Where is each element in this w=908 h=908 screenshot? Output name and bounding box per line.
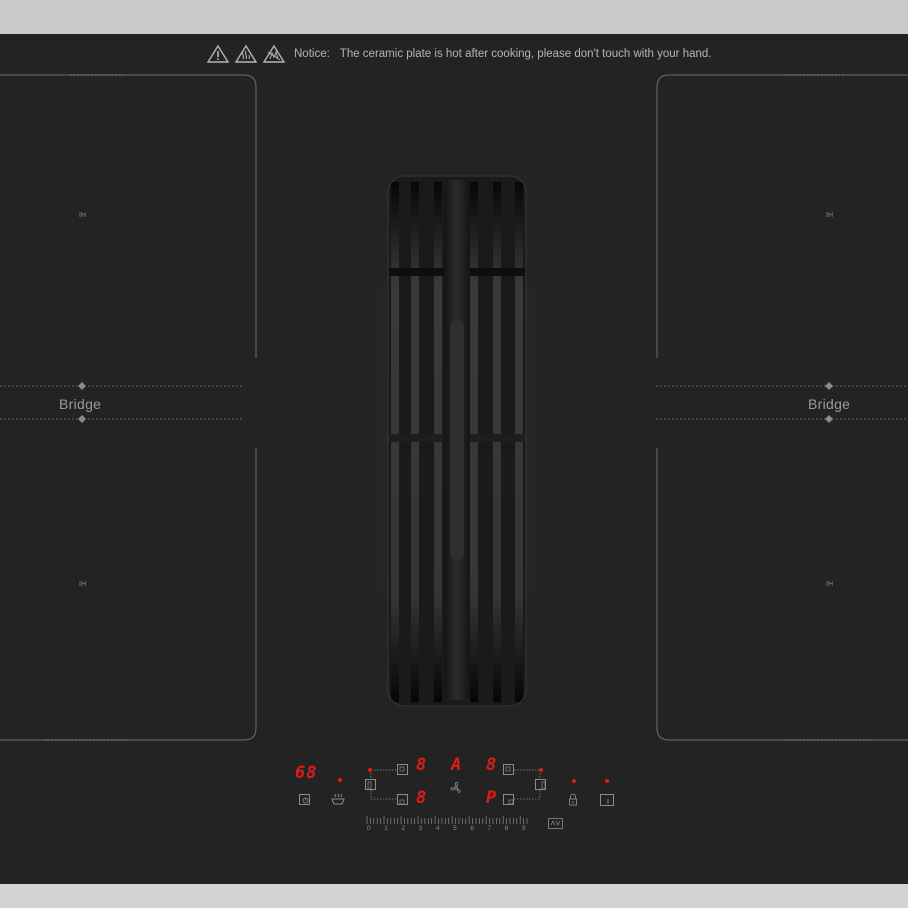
safety-notice: Notice: The ceramic plate is hot after c… [206, 42, 711, 66]
right-cooking-zone[interactable]: IH Bridge IH [650, 70, 908, 745]
slider-numbers: 0 1 2 3 4 5 6 7 8 9 [366, 825, 528, 834]
timer-display: 68 [295, 763, 318, 783]
power-slider[interactable]: 0 1 2 3 4 5 6 7 8 9 [366, 816, 528, 834]
ih-mark-left-front: IH [79, 581, 86, 588]
left-zone-outline [0, 74, 257, 741]
right-zone-outline [656, 74, 908, 741]
keep-warm-icon[interactable] [330, 792, 346, 806]
lock-indicator-dot [572, 779, 576, 783]
left-rear-power-display: 8 [416, 755, 428, 775]
slider-number[interactable]: 1 [384, 825, 388, 832]
timer-indicator-dot [338, 778, 342, 782]
left-bridge-zone-key[interactable] [365, 779, 376, 790]
warning-triangle-icon [206, 44, 230, 63]
hot-surface-icon [234, 44, 258, 63]
right-front-power-display: P [486, 788, 498, 808]
no-touch-icon [262, 44, 286, 63]
ih-mark-left-rear: IH [79, 212, 86, 219]
right-zone-active-dot [539, 768, 543, 772]
right-front-zone-key[interactable] [503, 794, 514, 805]
left-cooking-zone[interactable]: IH Bridge IH [0, 70, 260, 745]
power-indicator-dot [605, 779, 609, 783]
bridge-label-right[interactable]: Bridge [808, 396, 850, 412]
slider-number[interactable]: 3 [419, 825, 423, 832]
slider-ticks [366, 816, 528, 824]
left-rear-zone-key[interactable] [397, 764, 408, 775]
slider-number[interactable]: 5 [453, 825, 457, 832]
bridge-label-left[interactable]: Bridge [59, 396, 101, 412]
hood-mode-display: A [451, 755, 463, 775]
notice-text: The ceramic plate is hot after cooking, … [339, 48, 712, 60]
ih-mark-right-rear: IH [826, 212, 833, 219]
slider-number[interactable]: 4 [436, 825, 440, 832]
right-rear-zone-key[interactable] [503, 764, 514, 775]
slider-number[interactable]: 7 [488, 825, 492, 832]
slider-number[interactable]: 2 [401, 825, 405, 832]
lock-icon[interactable] [567, 793, 579, 806]
notice-label: Notice: [294, 48, 330, 60]
power-icon[interactable] [600, 794, 614, 806]
slider-number[interactable]: 8 [505, 825, 509, 832]
boost-icon[interactable] [548, 818, 563, 829]
fan-icon[interactable] [449, 781, 463, 795]
slider-number[interactable]: 6 [470, 825, 474, 832]
ih-mark-right-front: IH [826, 581, 833, 588]
right-bridge-zone-key[interactable] [535, 779, 546, 790]
slider-number[interactable]: 9 [522, 825, 526, 832]
slider-number[interactable]: 0 [367, 825, 371, 832]
left-zone-active-dot [368, 768, 372, 772]
left-front-zone-key[interactable] [397, 794, 408, 805]
timer-icon[interactable] [299, 794, 310, 805]
right-rear-power-display: 8 [486, 755, 498, 775]
left-front-power-display: 8 [416, 788, 428, 808]
downdraft-vent-grille [374, 170, 538, 710]
